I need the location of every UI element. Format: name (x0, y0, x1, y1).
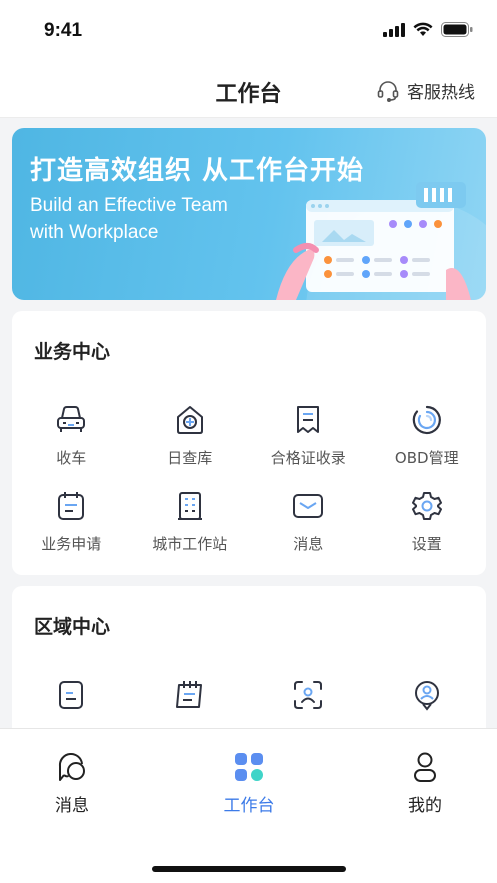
business-item-daily-check[interactable]: 日查库 (131, 403, 250, 489)
business-item-car[interactable]: 收车 (12, 403, 131, 489)
building-icon (173, 489, 207, 523)
customer-service-label: 客服热线 (407, 83, 475, 103)
customer-service-button[interactable]: 客服热线 (377, 78, 475, 103)
tab-label: 工作台 (223, 796, 275, 816)
business-center-card: 业务中心 收车 日查库 合格证收录 OBD管理 业务申请 城市工作站 消息 设置 (12, 311, 486, 575)
banner-subtitle-line2: with Workplace (30, 222, 159, 243)
tab-workbench[interactable]: 工作台 (189, 751, 309, 816)
tab-label: 消息 (55, 796, 89, 816)
business-item-label: OBD管理 (394, 449, 459, 467)
business-item-message[interactable]: 消息 (249, 489, 368, 575)
tab-messages[interactable]: 消息 (12, 751, 132, 816)
document-icon (54, 678, 88, 712)
wifi-icon (413, 22, 433, 36)
business-item-label: 城市工作站 (152, 535, 228, 553)
business-item-label: 业务申请 (41, 535, 102, 553)
car-icon (54, 403, 88, 437)
business-item-label: 收车 (56, 449, 87, 467)
bottom-tab-bar: 消息 工作台 我的 (0, 728, 497, 883)
battery-icon (441, 22, 473, 37)
envelope-icon (291, 489, 325, 523)
status-bar: 9:41 (0, 0, 497, 64)
business-item-obd[interactable]: OBD管理 (368, 403, 487, 489)
region-center-title: 区域中心 (34, 616, 111, 638)
location-user-icon (410, 678, 444, 712)
headset-icon (377, 80, 399, 102)
region-center-card: 区域中心 (12, 586, 486, 746)
dashboard-illustration (276, 182, 486, 300)
notebook-icon (173, 678, 207, 712)
business-item-certificate[interactable]: 合格证收录 (249, 403, 368, 489)
promo-banner[interactable]: 打造高效组织 从工作台开始 Build an Effective Team wi… (12, 128, 486, 300)
gear-icon (410, 489, 444, 523)
grid-icon (235, 753, 263, 781)
business-item-settings[interactable]: 设置 (368, 489, 487, 575)
status-time: 9:41 (44, 20, 83, 41)
business-item-apply[interactable]: 业务申请 (12, 489, 131, 575)
business-item-label: 合格证收录 (270, 449, 346, 467)
chat-icon (58, 752, 85, 781)
signal-icon (383, 22, 405, 37)
calendar-apply-icon (54, 489, 88, 523)
banner-subtitle: Build an Effective Team with Workplace (30, 192, 290, 246)
user-icon (414, 752, 436, 782)
obd-gauge-icon (410, 403, 444, 437)
banner-subtitle-line1: Build an Effective Team (30, 195, 228, 216)
business-item-label: 消息 (293, 535, 324, 553)
business-item-label: 设置 (411, 535, 442, 553)
warehouse-icon (173, 403, 207, 437)
nav-bar: 工作台 客服热线 (0, 64, 497, 118)
home-indicator (152, 866, 346, 872)
business-item-label: 日查库 (167, 449, 213, 467)
certificate-icon (291, 403, 325, 437)
face-scan-icon (291, 678, 325, 712)
business-center-title: 业务中心 (34, 341, 111, 363)
business-item-city-station[interactable]: 城市工作站 (131, 489, 250, 575)
status-icons (383, 22, 473, 37)
tab-profile[interactable]: 我的 (365, 751, 485, 816)
tab-label: 我的 (408, 796, 442, 816)
